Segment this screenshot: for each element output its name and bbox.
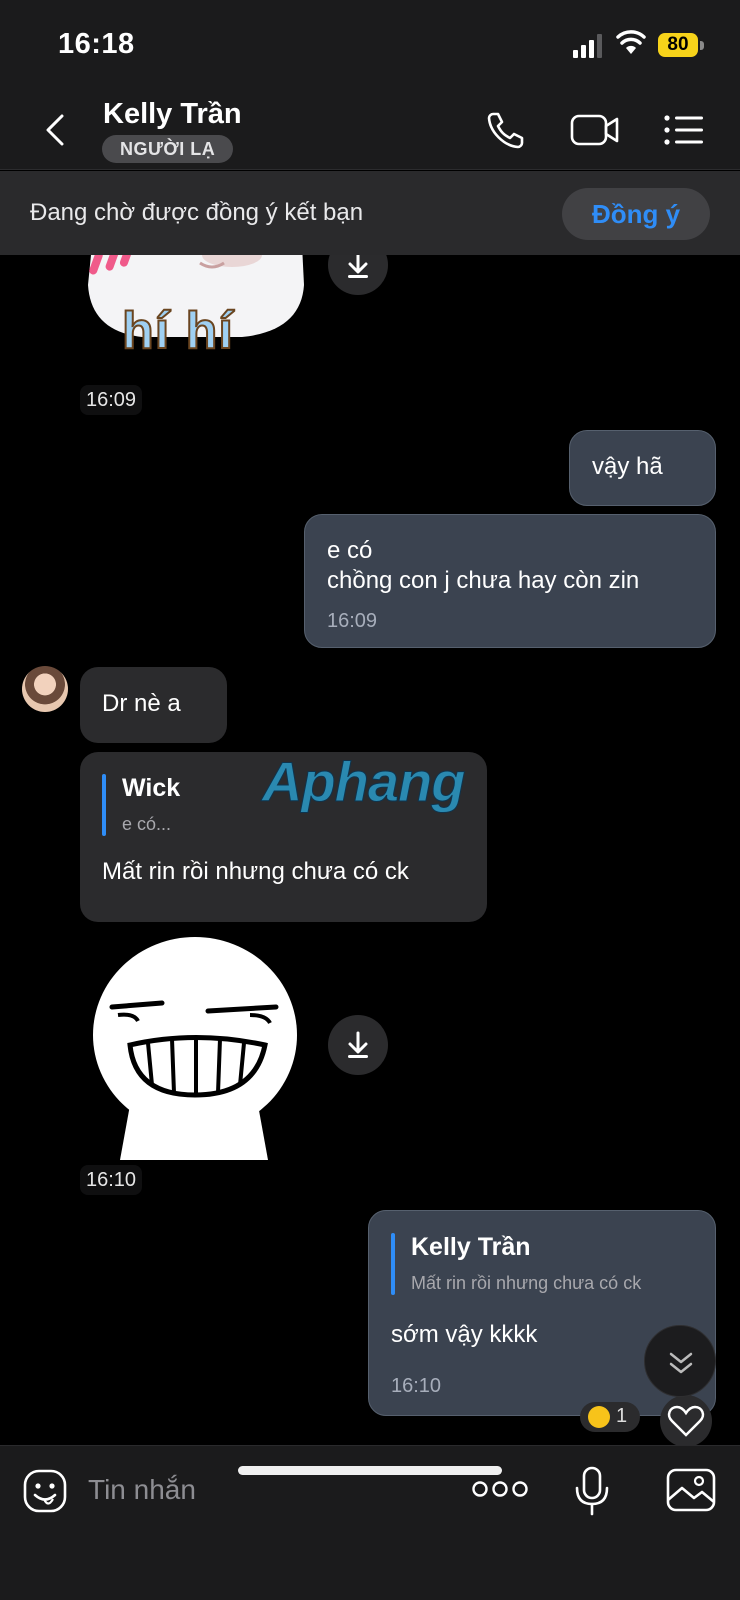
outgoing-message[interactable]: e có chồng con j chưa hay còn zin 16:09 [304,514,716,648]
chat-messages[interactable]: hí hí 16:09 vậy hã e có chồng con j chưa… [0,255,740,1445]
cat-sticker-caption: hí hí [121,301,234,361]
message-time: 16:09 [327,610,378,632]
back-icon[interactable] [40,110,70,150]
quoted-sender: Wick [122,774,181,802]
quoted-snippet: Mất rin rồi nhưng chưa có ck [411,1273,642,1293]
sticker-emoji-icon[interactable] [22,1468,68,1514]
reaction-badge[interactable]: 1 [580,1402,640,1432]
friend-request-bar: Đang chờ được đồng ý kết bạn Đồng ý [0,171,740,255]
quoted-sender: Kelly Trần [411,1233,531,1261]
friend-request-text: Đang chờ được đồng ý kết bạn [30,199,364,226]
reaction-count: 1 [616,1405,628,1427]
contact-name[interactable]: Kelly Trần [103,98,242,131]
battery-level: 80 [667,34,689,55]
battery-icon: 80 [658,33,706,57]
quoted-snippet: e có... [122,814,172,834]
message-text-line2: chồng con j chưa hay còn zin [327,567,640,594]
message-text: Mất rin rồi nhưng chưa có ck [102,858,409,885]
message-text-line1: e có [327,537,373,564]
quote-bar [391,1233,395,1295]
quote-bar [102,774,106,836]
microphone-icon[interactable] [574,1466,610,1516]
status-bar: 16:18 80 [0,0,740,88]
watermark-logo: Aphang [261,750,465,814]
cellular-signal-icon [573,34,602,58]
stranger-badge: NGƯỜI LẠ [102,135,234,163]
download-sticker-button[interactable] [328,1015,388,1075]
contact-avatar[interactable] [22,666,68,712]
grin-sticker[interactable] [90,935,300,1165]
sticker-timestamp: 16:10 [80,1165,143,1195]
scroll-to-bottom-button[interactable] [644,1325,716,1397]
message-time: 16:10 [391,1375,442,1397]
more-options-icon[interactable] [472,1474,528,1504]
cat-sticker[interactable]: hí hí [82,255,312,373]
sticker-timestamp: 16:09 [80,385,143,415]
incoming-message[interactable]: Dr nè a [80,667,227,743]
grin-sticker-image [93,937,297,1160]
video-call-icon[interactable] [570,108,620,152]
reaction-laugh-icon [588,1406,610,1428]
download-icon [348,255,368,278]
message-text: Dr nè a [102,690,181,717]
accept-friend-button[interactable]: Đồng ý [562,188,710,240]
outgoing-message[interactable]: vậy hã [569,430,716,506]
double-chevron-down-icon [669,1352,693,1374]
phone-call-icon[interactable] [484,108,528,152]
message-text: vậy hã [592,453,663,480]
message-text: sớm vậy kkkk [391,1321,538,1348]
heart-icon [667,1405,705,1437]
download-sticker-button[interactable] [328,255,388,295]
menu-list-icon[interactable] [662,108,706,152]
chat-header: Kelly Trần NGƯỜI LẠ [0,88,740,170]
image-gallery-icon[interactable] [666,1468,716,1512]
download-icon [348,1031,368,1058]
home-indicator[interactable] [238,1466,502,1475]
wifi-icon [616,30,646,54]
status-time: 16:18 [58,28,135,60]
react-heart-button[interactable] [660,1395,712,1445]
